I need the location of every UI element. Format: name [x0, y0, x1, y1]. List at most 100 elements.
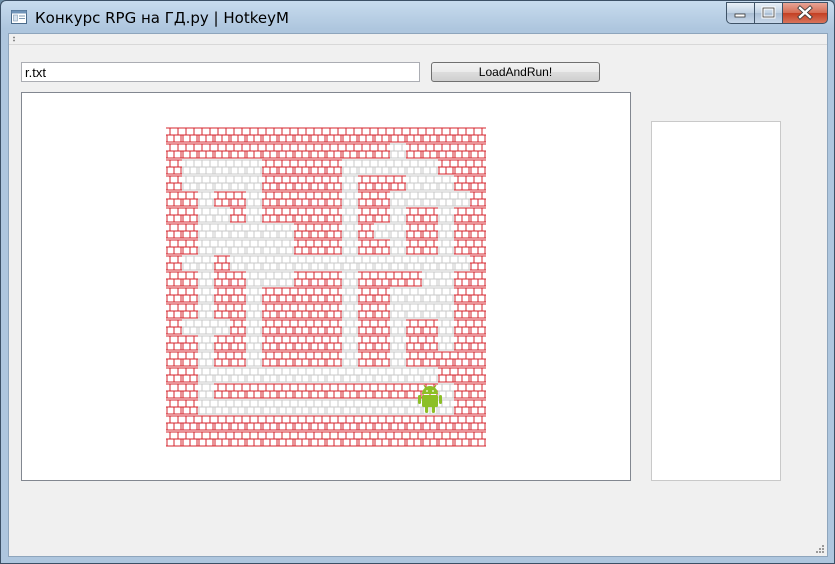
wall-tile [454, 239, 470, 255]
floor-tile [278, 239, 294, 255]
minimize-button[interactable] [726, 2, 755, 24]
toolbar-grip[interactable] [13, 36, 15, 42]
wall-tile [470, 175, 486, 191]
floor-tile [390, 351, 406, 367]
wall-tile [230, 207, 246, 223]
wall-tile [358, 303, 374, 319]
wall-tile [326, 415, 342, 431]
side-panel[interactable] [651, 121, 781, 481]
wall-tile [422, 319, 438, 335]
wall-tile [230, 271, 246, 287]
wall-tile [438, 367, 454, 383]
wall-tile [310, 239, 326, 255]
wall-tile [406, 127, 422, 143]
wall-tile [214, 255, 230, 271]
maximize-button[interactable] [754, 2, 783, 24]
wall-tile [230, 335, 246, 351]
maze-canvas[interactable] [21, 92, 631, 481]
floor-tile [406, 287, 422, 303]
wall-tile [262, 351, 278, 367]
wall-tile [374, 175, 390, 191]
wall-tile [326, 159, 342, 175]
floor-tile [214, 367, 230, 383]
floor-tile [182, 159, 198, 175]
floor-tile [438, 335, 454, 351]
floor-tile [438, 223, 454, 239]
wall-tile [262, 319, 278, 335]
wall-tile [294, 383, 310, 399]
floor-tile [390, 143, 406, 159]
wall-tile [358, 175, 374, 191]
wall-tile [278, 175, 294, 191]
wall-tile [390, 383, 406, 399]
wall-tile [470, 351, 486, 367]
wall-tile [230, 383, 246, 399]
wall-tile [470, 159, 486, 175]
wall-tile [182, 127, 198, 143]
floor-tile [406, 255, 422, 271]
floor-tile [198, 335, 214, 351]
wall-tile [454, 271, 470, 287]
floor-tile [246, 159, 262, 175]
floor-tile [326, 255, 342, 271]
floor-tile [374, 255, 390, 271]
caption-buttons [726, 2, 828, 24]
client-area: LoadAndRun! [8, 33, 828, 557]
title-bar[interactable]: Конкурс RPG на ГД.ру | HotkeyM [1, 1, 834, 33]
wall-tile [278, 127, 294, 143]
wall-tile [182, 351, 198, 367]
wall-tile [246, 415, 262, 431]
wall-tile [406, 335, 422, 351]
floor-tile [198, 351, 214, 367]
wall-tile [310, 191, 326, 207]
floor-tile [390, 239, 406, 255]
wall-tile [454, 303, 470, 319]
wall-tile [374, 191, 390, 207]
close-button[interactable] [782, 2, 828, 24]
floor-tile [246, 287, 262, 303]
wall-tile [326, 271, 342, 287]
wall-tile [310, 383, 326, 399]
wall-tile [310, 175, 326, 191]
floor-tile [230, 159, 246, 175]
wall-tile [294, 191, 310, 207]
wall-tile [278, 287, 294, 303]
wall-tile [182, 399, 198, 415]
wall-tile [198, 415, 214, 431]
wall-tile [326, 431, 342, 447]
wall-tile [358, 431, 374, 447]
wall-tile [294, 319, 310, 335]
floor-tile [230, 239, 246, 255]
wall-tile [422, 335, 438, 351]
wall-tile [406, 207, 422, 223]
wall-tile [342, 415, 358, 431]
floor-tile [454, 255, 470, 271]
floor-tile [230, 399, 246, 415]
floor-tile [342, 351, 358, 367]
wall-tile [390, 271, 406, 287]
wall-tile [374, 271, 390, 287]
wall-tile [278, 415, 294, 431]
wall-tile [470, 207, 486, 223]
file-path-input[interactable] [21, 62, 420, 82]
wall-tile [454, 383, 470, 399]
app-icon [11, 10, 27, 24]
size-grip-icon[interactable] [815, 544, 825, 554]
load-and-run-button[interactable]: LoadAndRun! [431, 62, 600, 82]
floor-tile [262, 255, 278, 271]
wall-tile [278, 191, 294, 207]
floor-tile [406, 303, 422, 319]
wall-tile [294, 159, 310, 175]
wall-tile [166, 303, 182, 319]
floor-tile [246, 239, 262, 255]
wall-tile [422, 127, 438, 143]
wall-tile [278, 303, 294, 319]
wall-tile [470, 367, 486, 383]
floor-tile [326, 399, 342, 415]
floor-tile [198, 271, 214, 287]
floor-tile [198, 191, 214, 207]
wall-tile [390, 127, 406, 143]
floor-tile [198, 207, 214, 223]
wall-tile [470, 239, 486, 255]
wall-tile [326, 319, 342, 335]
